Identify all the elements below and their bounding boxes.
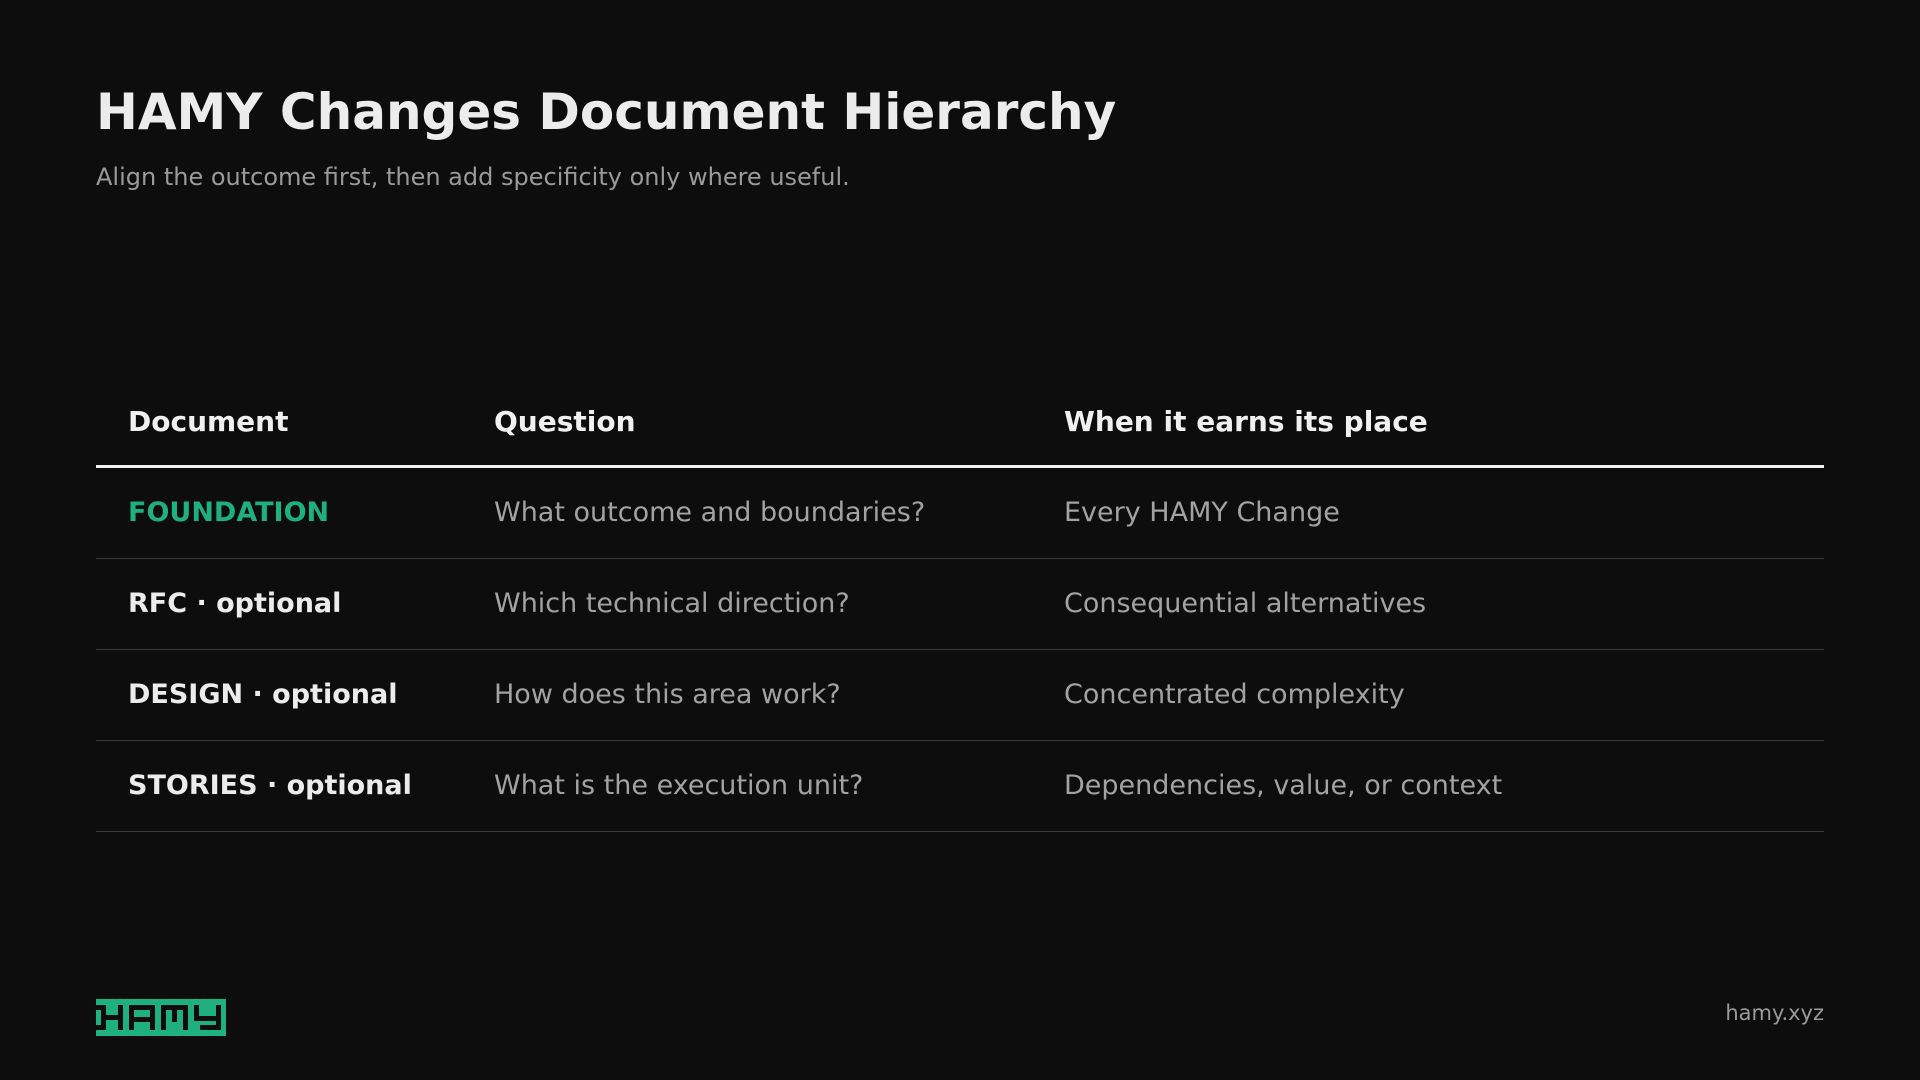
column-header-when: When it earns its place: [1064, 404, 1428, 438]
hamy-logo: [96, 999, 226, 1036]
document-name: STORIES · optional: [128, 770, 412, 801]
document-question: What is the execution unit?: [494, 770, 864, 801]
footer-url[interactable]: hamy.xyz: [1725, 999, 1824, 1027]
document-name: FOUNDATION: [128, 497, 330, 528]
table-row: RFC · optional Which technical direction…: [96, 559, 1824, 650]
document-name: DESIGN · optional: [128, 679, 398, 710]
table-row: FOUNDATION What outcome and boundaries? …: [96, 468, 1824, 559]
column-header-document: Document: [128, 404, 289, 438]
document-name: RFC · optional: [128, 588, 342, 619]
document-hierarchy-table: Document Question When it earns its plac…: [96, 378, 1824, 832]
document-question: What outcome and boundaries?: [494, 497, 926, 528]
document-when: Dependencies, value, or context: [1064, 770, 1503, 801]
column-header-question: Question: [494, 404, 636, 438]
page-title: HAMY Changes Document Hierarchy: [96, 83, 1117, 141]
document-when: Consequential alternatives: [1064, 588, 1427, 619]
document-question: Which technical direction?: [494, 588, 850, 619]
document-when: Every HAMY Change: [1064, 497, 1340, 528]
document-question: How does this area work?: [494, 679, 841, 710]
table-header-row: Document Question When it earns its plac…: [96, 378, 1824, 468]
table-row: DESIGN · optional How does this area wor…: [96, 650, 1824, 741]
page-subtitle: Align the outcome first, then add specif…: [96, 163, 850, 191]
document-when: Concentrated complexity: [1064, 679, 1405, 710]
table-row: STORIES · optional What is the execution…: [96, 741, 1824, 832]
